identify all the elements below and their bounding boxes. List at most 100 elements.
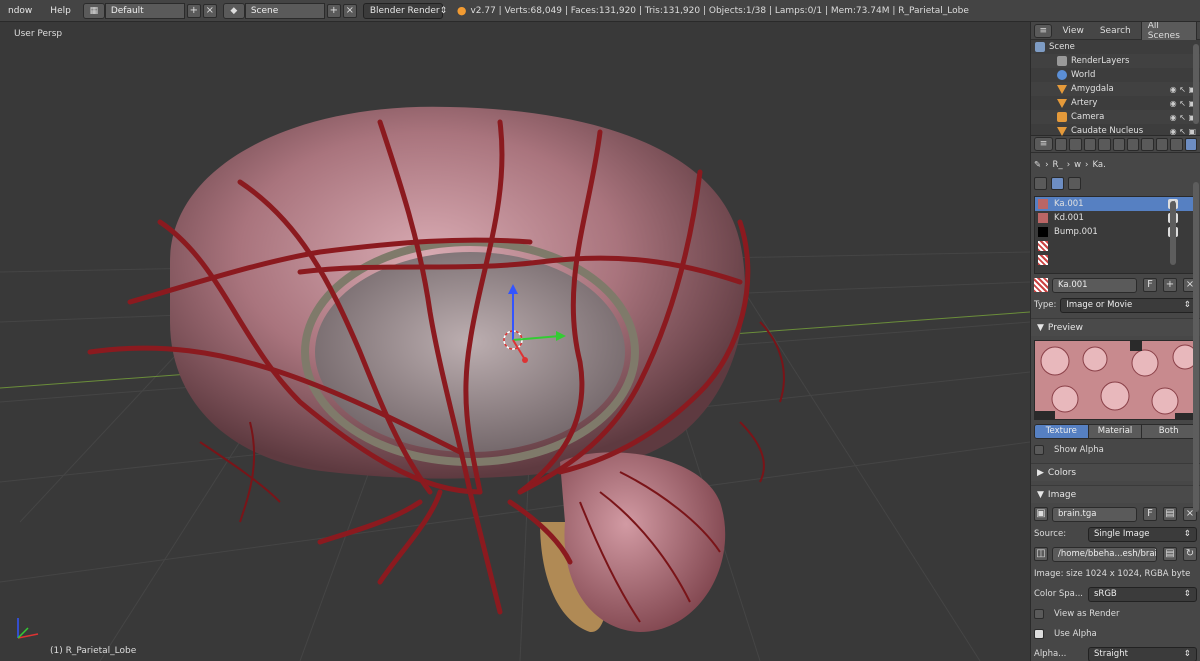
texture-slot-list: Ka.001 ✓ Kd.001 ✓ Bump.001 ✓ <box>1034 196 1197 274</box>
scene-name-field[interactable]: Scene <box>244 2 325 19</box>
outliner-tree: Scene RenderLayers World Amygdala ◉ ↖ ▣ … <box>1031 40 1200 138</box>
image-browse-icon[interactable]: ▣ <box>1034 507 1048 521</box>
mesh-icon <box>1057 126 1067 136</box>
properties-scrollbar[interactable] <box>1193 182 1199 512</box>
mesh-icon <box>1057 98 1067 108</box>
world-context-icon[interactable] <box>1034 176 1047 190</box>
texture-datablock-row: Ka.001 F + × <box>1034 276 1197 294</box>
render-engine-label: Blender Render <box>369 5 440 16</box>
breadcrumb-object: R_ <box>1052 160 1063 170</box>
material-context-icon[interactable] <box>1051 176 1064 190</box>
checker-icon <box>1038 241 1048 251</box>
object-tab-icon[interactable] <box>1112 137 1125 151</box>
outliner-search-menu[interactable]: Search <box>1094 24 1137 38</box>
scene-selector: ◆ Scene + × <box>222 2 357 19</box>
screen-layout-selector: ▦ Default + × <box>82 2 217 19</box>
fake-user-icon[interactable]: F <box>1143 278 1157 292</box>
material-tab-icon[interactable] <box>1170 137 1183 151</box>
texture-properties: ✎ › R_ › w › Ka. Ka.001 ✓ Kd.001 ✓ <box>1031 153 1200 661</box>
remove-scene-icon[interactable]: × <box>342 3 357 18</box>
world-tab-icon[interactable] <box>1098 137 1111 151</box>
brush-context-icon[interactable] <box>1068 176 1081 190</box>
texture-name-field[interactable]: Ka.001 <box>1052 277 1137 293</box>
image-source-row: Source: Single Image ⇕ <box>1034 525 1197 543</box>
scene-tab-icon[interactable] <box>1083 137 1097 151</box>
image-name-field[interactable]: brain.tga <box>1052 506 1137 522</box>
right-panels: ≡ View Search All Scenes Scene RenderLay… <box>1030 22 1200 661</box>
outliner-scrollbar[interactable] <box>1193 44 1199 124</box>
panel-expand-icon: ▼ <box>1037 489 1044 500</box>
texture-thumb-icon <box>1038 199 1048 209</box>
slot-list-scrollbar[interactable] <box>1170 201 1176 265</box>
blender-logo-icon: ● <box>456 4 467 17</box>
outliner-item-amygdala[interactable]: Amygdala ◉ ↖ ▣ <box>1031 82 1200 96</box>
breadcrumb-sep-icon: › <box>1066 160 1071 170</box>
modifiers-tab-icon[interactable] <box>1141 137 1154 151</box>
render-layers-tab-icon[interactable] <box>1069 137 1082 151</box>
new-texture-icon[interactable]: + <box>1163 278 1177 292</box>
scene-icon <box>1035 42 1045 52</box>
render-engine-dropdown[interactable]: Blender Render ⇕ <box>362 2 447 19</box>
outliner-view-menu[interactable]: View <box>1056 24 1089 38</box>
outliner-item-world[interactable]: World <box>1031 68 1200 82</box>
use-alpha-checkbox[interactable] <box>1034 629 1044 639</box>
use-alpha-row: Use Alpha <box>1034 625 1197 643</box>
fake-user-icon[interactable]: F <box>1143 507 1157 521</box>
alpha-mode-dropdown[interactable]: Straight ⇕ <box>1088 646 1197 661</box>
alpha-mode-row: Alpha... Straight ⇕ <box>1034 645 1197 661</box>
pin-icon[interactable]: ✎ <box>1034 160 1041 170</box>
browse-file-icon[interactable]: ▤ <box>1163 547 1177 561</box>
image-datablock-row: ▣ brain.tga F ▤ × <box>1034 505 1197 523</box>
preview-panel-header[interactable]: ▼ Preview <box>1031 318 1200 336</box>
outliner-item-camera[interactable]: Camera ◉ ↖ ▣ <box>1031 110 1200 124</box>
outliner-item-renderlayers[interactable]: RenderLayers <box>1031 54 1200 68</box>
preview-image <box>1035 341 1196 419</box>
preview-tab-both[interactable]: Both <box>1142 425 1196 438</box>
menu-help[interactable]: Help <box>44 6 77 16</box>
editor-type-icon[interactable]: ≡ <box>1034 137 1054 151</box>
constraints-tab-icon[interactable] <box>1126 137 1140 151</box>
render-tab-icon[interactable] <box>1055 137 1068 151</box>
image-panel-header[interactable]: ▼ Image <box>1031 485 1200 503</box>
menu-window[interactable]: ndow <box>2 6 38 16</box>
dropdown-arrows-icon: ⇕ <box>439 5 448 16</box>
texture-preview <box>1034 340 1197 420</box>
colors-panel-header[interactable]: ▶ Colors <box>1031 463 1200 481</box>
preview-tab-texture[interactable]: Texture <box>1035 425 1089 438</box>
remove-layout-icon[interactable]: × <box>202 3 217 18</box>
add-scene-icon[interactable]: + <box>326 3 341 18</box>
dropdown-arrows-icon: ⇕ <box>1183 588 1191 599</box>
panel-expand-icon: ▼ <box>1037 322 1044 333</box>
data-tab-icon[interactable] <box>1155 137 1169 151</box>
open-image-icon[interactable]: ▤ <box>1163 507 1177 521</box>
visibility-icons[interactable]: ◉ ↖ ▣ <box>1170 127 1196 136</box>
preview-tab-material[interactable]: Material <box>1088 425 1143 438</box>
view-as-render-row: View as Render <box>1034 605 1197 623</box>
show-alpha-checkbox[interactable] <box>1034 445 1044 455</box>
mesh-icon <box>1057 84 1067 94</box>
texture-thumb-icon <box>1038 213 1048 223</box>
image-source-dropdown[interactable]: Single Image ⇕ <box>1088 526 1197 542</box>
filepath-row: ◫ /home/bbeha...esh/brain.tga ▤ ↻ <box>1034 545 1197 563</box>
texture-type-dropdown[interactable]: Image or Movie ⇕ <box>1060 297 1197 313</box>
outliner-item-artery[interactable]: Artery ◉ ↖ ▣ <box>1031 96 1200 110</box>
editor-type-icon[interactable]: ≡ <box>1034 23 1053 38</box>
breadcrumb: ✎ › R_ › w › Ka. <box>1034 156 1197 174</box>
filepath-field[interactable]: /home/bbeha...esh/brain.tga <box>1052 546 1157 562</box>
breadcrumb-texture: Ka. <box>1092 160 1106 170</box>
pack-icon[interactable]: ◫ <box>1034 547 1048 561</box>
outliner-item-caudate-nucleus[interactable]: Caudate Nucleus ◉ ↖ ▣ <box>1031 124 1200 138</box>
texture-browse-icon[interactable] <box>1034 278 1048 292</box>
view-as-render-checkbox[interactable] <box>1034 609 1044 619</box>
texture-tab-icon[interactable] <box>1184 137 1197 151</box>
scene-icon[interactable]: ◆ <box>222 2 245 19</box>
layout-name-field[interactable]: Default <box>104 2 185 19</box>
dropdown-arrows-icon: ⇕ <box>1183 528 1191 539</box>
reload-icon[interactable]: ↻ <box>1183 547 1197 561</box>
layout-grid-icon[interactable]: ▦ <box>82 2 105 19</box>
add-layout-icon[interactable]: + <box>186 3 201 18</box>
outliner-item-scene[interactable]: Scene <box>1031 40 1200 54</box>
colorspace-dropdown[interactable]: sRGB ⇕ <box>1088 586 1197 602</box>
texture-thumb-icon <box>1038 227 1048 237</box>
3d-viewport[interactable]: User Persp (1) R_Parietal_Lobe <box>0 22 1030 661</box>
